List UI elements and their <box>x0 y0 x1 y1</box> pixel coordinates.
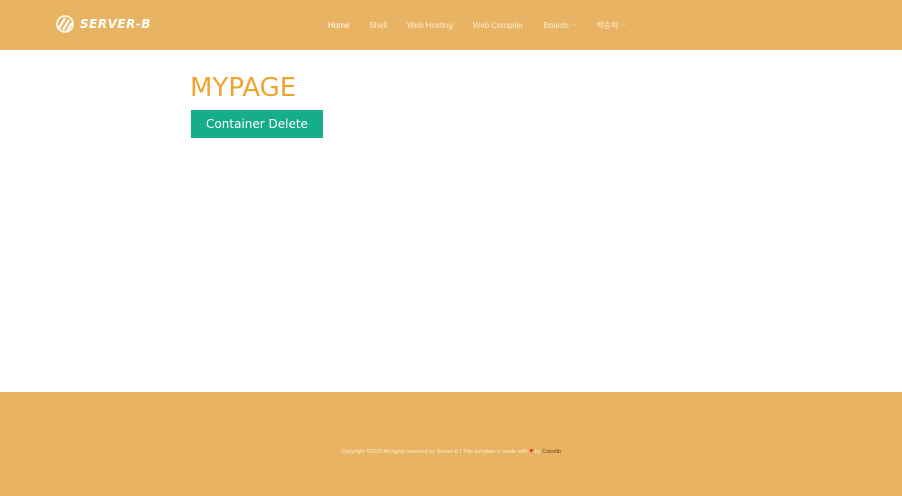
site-footer: Copyright ©2020 All rights reserved by S… <box>0 392 902 496</box>
page-title: MYPAGE <box>190 73 297 103</box>
nav-item-web-compiler[interactable]: Web Compiler <box>473 21 524 30</box>
by-text: by <box>534 449 541 455</box>
nav-label: Web Compiler <box>472 20 524 30</box>
container-delete-button[interactable]: Container Delete <box>191 110 323 138</box>
nav-item-shell[interactable]: Shell <box>369 21 387 30</box>
site-logo[interactable]: SERVER-B <box>56 14 151 34</box>
nav-label: Boards <box>543 20 569 30</box>
copyright-text: Copyright ©2020 All rights reserved by S… <box>341 449 528 455</box>
main-nav: Home Shell Web Hosting Web Compiler Boar… <box>318 0 636 50</box>
footer-copyright: Copyright ©2020 All rights reserved by S… <box>0 448 902 455</box>
colorlib-link[interactable]: Colorlib <box>542 449 561 455</box>
nav-label: 백승혁 <box>596 20 619 30</box>
logo-stripes-icon <box>56 15 74 33</box>
nav-label: Web Hosting <box>407 20 453 30</box>
heart-icon: ♥ <box>529 448 534 455</box>
nav-item-web-hosting[interactable]: Web Hosting <box>407 21 453 30</box>
nav-item-boards[interactable]: Boards ⌵ <box>543 21 576 30</box>
chevron-down-icon: ⌵ <box>571 21 577 28</box>
nav-label: Home <box>328 20 350 30</box>
nav-label: Shell <box>369 20 388 30</box>
nav-item-user[interactable]: 백승혁 ⌵ <box>596 20 626 31</box>
nav-item-home[interactable]: Home <box>328 21 349 30</box>
site-header: SERVER-B Home Shell Web Hosting Web Comp… <box>0 0 902 50</box>
chevron-down-icon: ⌵ <box>621 21 626 28</box>
logo-text: SERVER-B <box>80 17 151 31</box>
